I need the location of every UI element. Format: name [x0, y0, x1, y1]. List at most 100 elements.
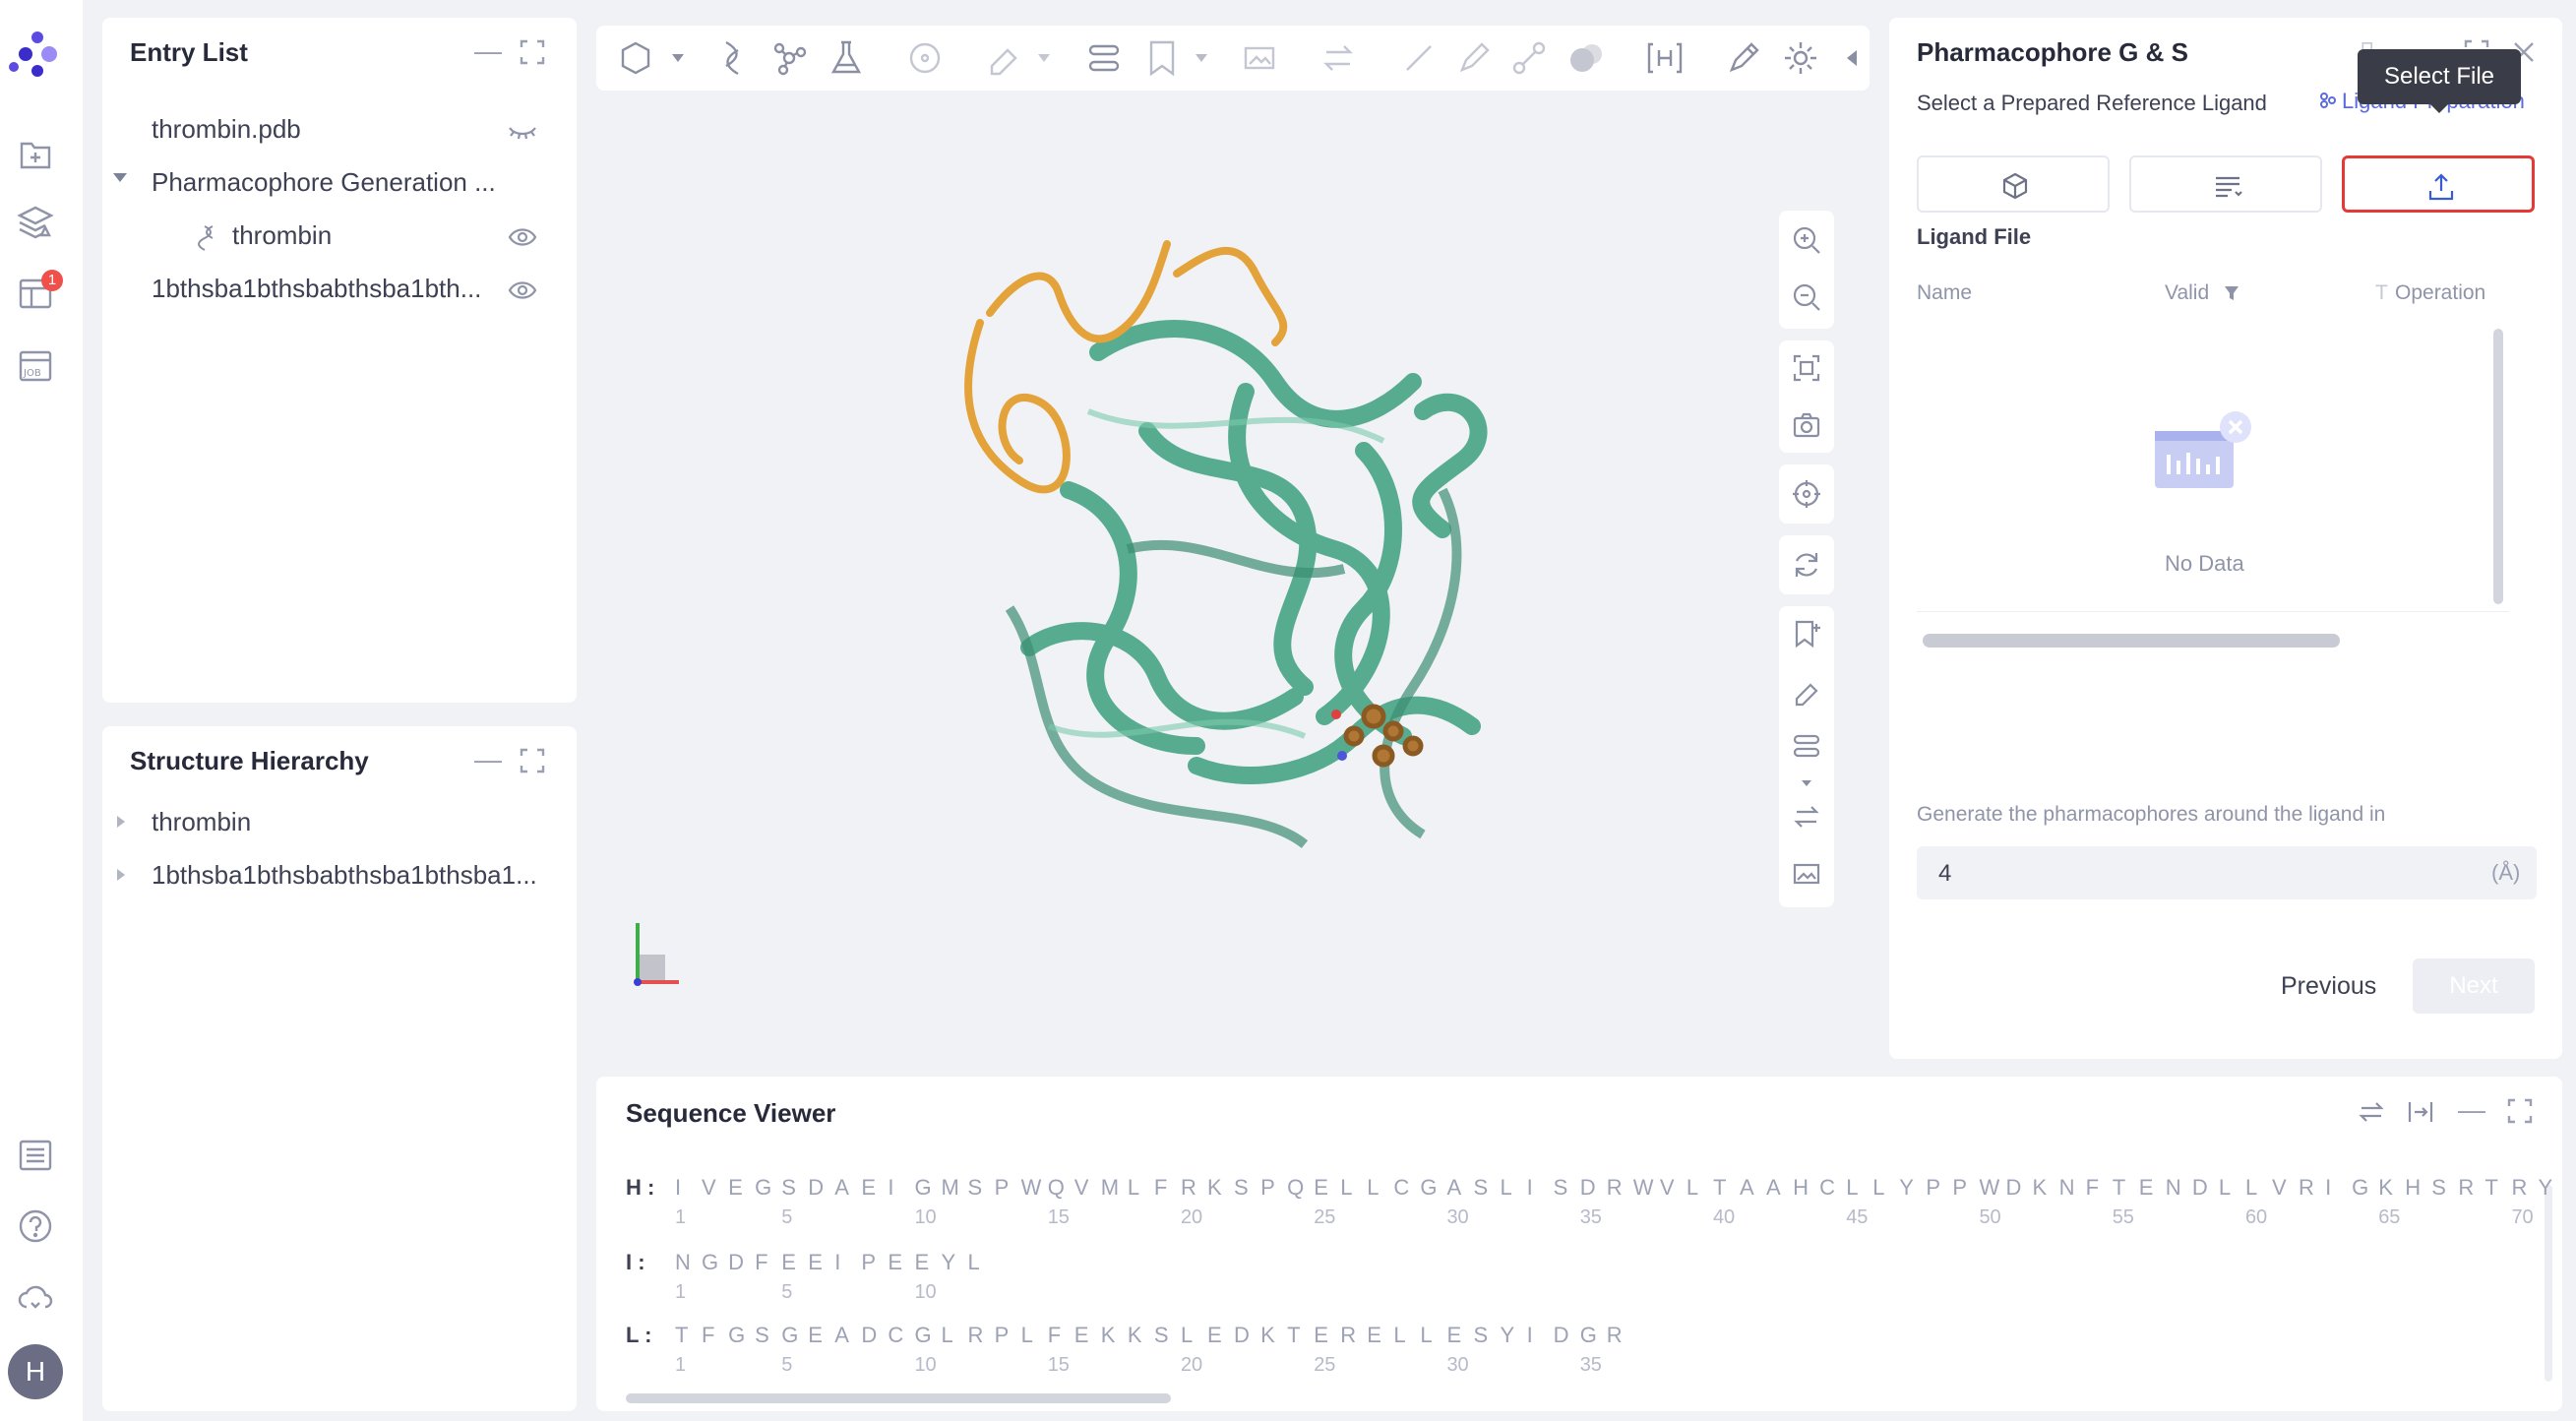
residue[interactable]: Y — [1501, 1323, 1515, 1348]
residue[interactable]: F — [1154, 1175, 1167, 1201]
residue[interactable]: L — [1872, 1175, 1884, 1201]
residue[interactable]: L — [1846, 1175, 1858, 1201]
residue[interactable]: R — [2458, 1175, 2474, 1201]
residue[interactable]: A — [834, 1323, 849, 1348]
residue[interactable]: S — [1474, 1323, 1489, 1348]
residue[interactable]: E — [728, 1175, 743, 1201]
residue[interactable]: D — [1580, 1175, 1596, 1201]
eye-icon[interactable] — [508, 279, 537, 301]
residue[interactable]: V — [1660, 1175, 1675, 1201]
residue[interactable]: S — [1234, 1175, 1249, 1201]
list-icon[interactable] — [16, 1136, 55, 1175]
pencil-icon[interactable] — [1454, 38, 1494, 78]
residue[interactable]: D — [808, 1175, 824, 1201]
residue[interactable]: K — [1101, 1323, 1116, 1348]
bond-icon[interactable] — [1509, 38, 1549, 78]
residue[interactable]: S — [968, 1175, 983, 1201]
residue[interactable]: R — [1340, 1323, 1356, 1348]
residue[interactable]: I — [675, 1175, 681, 1201]
molecule-viewer[interactable] — [596, 18, 1870, 1051]
chevron-down-icon[interactable] — [1037, 53, 1051, 63]
atom-icon[interactable] — [769, 38, 809, 78]
residue[interactable]: T — [2484, 1175, 2497, 1201]
residue[interactable]: W — [1633, 1175, 1654, 1201]
residue[interactable]: G — [914, 1323, 931, 1348]
hydrogen-icon[interactable] — [1645, 38, 1685, 78]
residue[interactable]: S — [2431, 1175, 2446, 1201]
residue[interactable]: H — [1793, 1175, 1809, 1201]
residue[interactable]: K — [1260, 1323, 1275, 1348]
residue[interactable]: L — [1181, 1323, 1193, 1348]
residue[interactable]: C — [888, 1323, 903, 1348]
residue[interactable]: E — [861, 1175, 876, 1201]
dna-icon[interactable] — [712, 38, 752, 78]
residue[interactable]: E — [808, 1323, 823, 1348]
swap-icon[interactable] — [2358, 1098, 2385, 1126]
residue[interactable]: D — [2006, 1175, 2022, 1201]
residue[interactable]: P — [1926, 1175, 1940, 1201]
residue[interactable]: R — [1181, 1175, 1196, 1201]
residue[interactable]: I — [888, 1175, 893, 1201]
residue[interactable]: F — [702, 1323, 714, 1348]
residue[interactable]: D — [728, 1250, 744, 1275]
residue[interactable]: L — [1128, 1175, 1139, 1201]
chevron-right-icon[interactable] — [116, 815, 126, 829]
residue[interactable]: E — [1367, 1323, 1381, 1348]
residue[interactable]: L — [968, 1250, 980, 1275]
tree-item[interactable]: 1bthsba1bthsbabthsba1bthsba1... — [152, 860, 537, 891]
eye-closed-icon[interactable] — [508, 120, 537, 142]
residue[interactable]: G — [781, 1323, 798, 1348]
residue[interactable]: S — [755, 1323, 769, 1348]
residue[interactable]: P — [861, 1250, 876, 1275]
bookmark-add-icon[interactable] — [1791, 618, 1822, 649]
residue[interactable]: P — [995, 1175, 1010, 1201]
residue[interactable]: P — [1260, 1175, 1275, 1201]
residue[interactable]: R — [2299, 1175, 2314, 1201]
residue[interactable]: N — [2166, 1175, 2181, 1201]
residue[interactable]: C — [1393, 1175, 1409, 1201]
residue[interactable]: F — [755, 1250, 767, 1275]
residue[interactable]: L — [942, 1323, 953, 1348]
sequence-align-icon[interactable] — [1791, 730, 1822, 762]
minimize-icon[interactable]: — — [474, 746, 502, 773]
tree-item[interactable]: 1bthsba1bthsbabthsba1bth... — [152, 274, 481, 304]
residue[interactable]: G — [728, 1323, 745, 1348]
chevron-down-icon[interactable] — [671, 53, 685, 63]
maximize-icon[interactable] — [520, 748, 545, 773]
residue[interactable]: E — [1207, 1323, 1222, 1348]
minimize-icon[interactable]: — — [474, 37, 502, 65]
residue[interactable]: R — [2511, 1175, 2527, 1201]
residue[interactable]: D — [1554, 1323, 1569, 1348]
residue[interactable]: G — [1420, 1175, 1437, 1201]
residue[interactable]: G — [914, 1175, 931, 1201]
residue[interactable]: E — [914, 1250, 929, 1275]
maximize-icon[interactable] — [520, 39, 545, 65]
residue[interactable]: D — [861, 1323, 877, 1348]
residue[interactable]: T — [2113, 1175, 2125, 1201]
new-project-icon[interactable] — [16, 134, 55, 173]
swap-icon[interactable] — [1319, 38, 1358, 78]
residue[interactable]: K — [1207, 1175, 1222, 1201]
residue[interactable]: Y — [1899, 1175, 1914, 1201]
residue[interactable]: P — [995, 1323, 1010, 1348]
residue[interactable]: H — [2405, 1175, 2421, 1201]
filter-icon[interactable] — [2224, 285, 2239, 301]
crosshair-icon[interactable] — [1791, 478, 1822, 510]
residue[interactable]: A — [1740, 1175, 1754, 1201]
residue[interactable]: G — [1580, 1323, 1597, 1348]
residue[interactable]: T — [1287, 1323, 1300, 1348]
residue[interactable]: E — [1074, 1323, 1089, 1348]
residue[interactable]: E — [1314, 1323, 1328, 1348]
layers-icon[interactable] — [16, 202, 55, 241]
chevron-down-icon[interactable] — [112, 171, 128, 183]
residue[interactable]: L — [1501, 1175, 1512, 1201]
residue[interactable]: R — [1607, 1323, 1623, 1348]
residue[interactable]: F — [2086, 1175, 2099, 1201]
zoom-in-icon[interactable] — [1791, 224, 1822, 256]
residue[interactable]: L — [1367, 1175, 1379, 1201]
residue[interactable]: E — [1446, 1323, 1461, 1348]
cube-icon[interactable] — [616, 38, 655, 78]
target-search-icon[interactable] — [905, 38, 945, 78]
residue[interactable]: Y — [942, 1250, 956, 1275]
residue[interactable]: Y — [2539, 1175, 2553, 1201]
